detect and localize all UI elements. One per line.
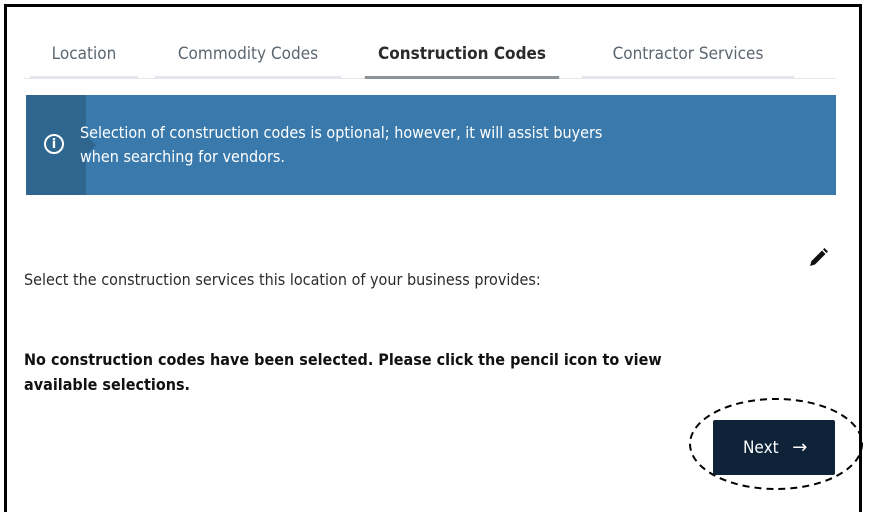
empty-message-line-2: available selections. [24,375,191,394]
tab-commodity-codes[interactable]: Commodity Codes [154,30,342,79]
tab-bar: Location Commodity Codes Construction Co… [24,30,836,79]
tab-label: Contractor Services [612,44,764,64]
empty-selection-message: No construction codes have been selected… [24,347,732,397]
construction-services-prompt: Select the construction services this lo… [24,270,541,289]
tab-label: Commodity Codes [177,44,319,64]
next-button-label: Next [742,437,779,458]
empty-message-line-1: No construction codes have been selected… [24,350,662,369]
info-icon-box: i [26,95,96,195]
tab-label: Location [51,44,117,64]
tab-location[interactable]: Location [30,30,138,79]
tab-label: Construction Codes [377,44,547,64]
tab-contractor-services[interactable]: Contractor Services [581,30,795,79]
tab-construction-codes[interactable]: Construction Codes [364,30,560,79]
info-circle-icon: i [44,134,64,154]
info-banner-line-2: when searching for vendors. [80,147,285,166]
pencil-icon[interactable] [806,246,830,270]
info-banner-line-1: Selection of construction codes is optio… [80,123,603,142]
info-banner-text: Selection of construction codes is optio… [80,121,780,169]
next-button[interactable]: Next → [713,420,835,475]
arrow-right-icon: → [792,437,808,458]
